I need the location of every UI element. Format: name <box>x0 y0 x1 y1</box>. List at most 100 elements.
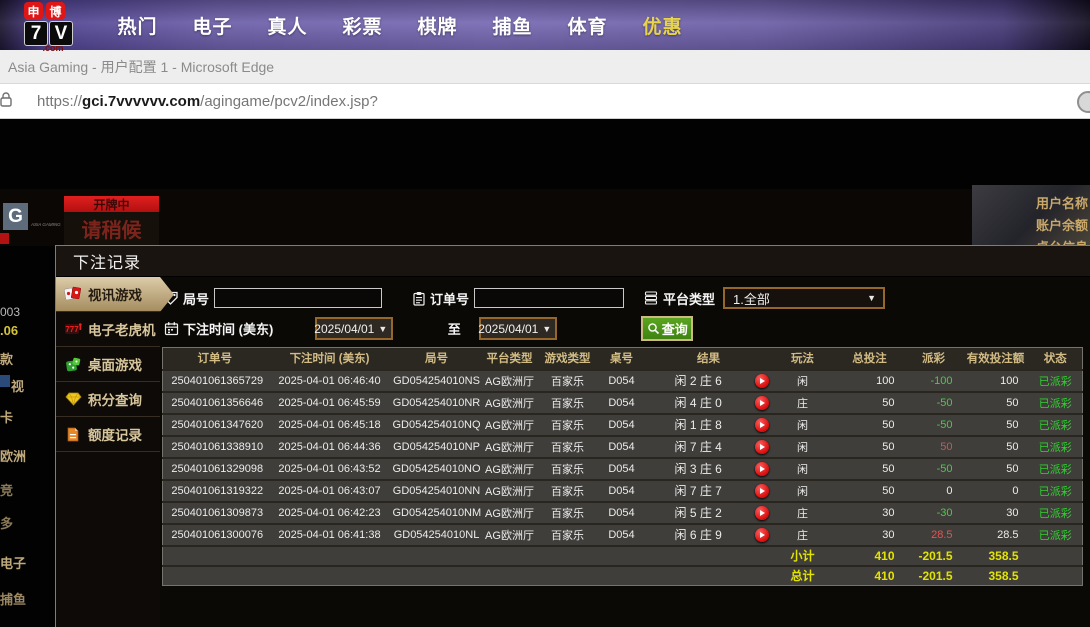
cell-result: 闲 7 庄 4 <box>647 436 771 458</box>
sidebar-item-points-query[interactable]: 积分查询 <box>56 382 160 417</box>
cell-total-bet: 50 <box>835 480 905 502</box>
cell-payout: -30 <box>905 502 963 524</box>
cell-play: 闲 <box>771 480 835 502</box>
filter-row-1: 局号 订单号 平台类型 1.全部 ▼ <box>164 287 885 309</box>
round-input[interactable] <box>214 288 382 308</box>
platform-filter-label: 平台类型 <box>663 289 715 308</box>
cell-play: 闲 <box>771 370 835 392</box>
bet-records-panel: 下注记录 视讯游戏 777 电子老虎机 <box>55 245 1090 627</box>
nav-item-cards[interactable]: 棋牌 <box>400 12 475 39</box>
cell-status: 已派彩 <box>1029 502 1083 524</box>
grand-total-valid-bet: 358.5 <box>963 566 1029 586</box>
to-label: 至 <box>429 319 479 338</box>
cell-platform: AG欧洲厅 <box>481 502 539 524</box>
sidebar-item-slots[interactable]: 777 电子老虎机 <box>56 312 160 347</box>
date-from-value: 2025/04/01 <box>314 322 374 336</box>
nav-item-promo[interactable]: 优惠 <box>625 12 700 39</box>
order-input[interactable] <box>474 288 624 308</box>
nav-item-fishing[interactable]: 捕鱼 <box>475 12 550 39</box>
cell-platform: AG欧洲厅 <box>481 480 539 502</box>
cell-result: 闲 1 庄 8 <box>647 414 771 436</box>
replay-video-icon[interactable] <box>755 506 769 520</box>
cell-order-id: 250401061319322 <box>163 480 267 502</box>
replay-video-icon[interactable] <box>755 374 769 388</box>
bet-records-table: 订单号 下注时间 (美东) 局号 平台类型 游戏类型 桌号 结果 玩法 总投注 … <box>162 347 1083 586</box>
cell-payout: 50 <box>905 436 963 458</box>
panel-title: 下注记录 <box>73 249 141 273</box>
cell-game-type: 百家乐 <box>539 502 597 524</box>
site-logo[interactable]: 申 博 7 V .com <box>24 2 82 50</box>
cell-play: 闲 <box>771 458 835 480</box>
cell-valid-bet: 0 <box>963 480 1029 502</box>
subtotal-label: 小计 <box>771 546 835 566</box>
grand-total-total-bet: 410 <box>835 566 905 586</box>
cell-play: 闲 <box>771 436 835 458</box>
nav-item-slots[interactable]: 电子 <box>175 12 250 39</box>
table-row: 250401061365729 2025-04-01 06:46:40 GD05… <box>163 370 1083 392</box>
cell-status: 已派彩 <box>1029 370 1083 392</box>
cell-game-type: 百家乐 <box>539 436 597 458</box>
dealing-banner: 开牌中 <box>64 196 159 212</box>
chevron-down-icon: ▼ <box>542 324 551 334</box>
ag-logo: G <box>3 203 28 230</box>
cell-play: 庄 <box>771 392 835 414</box>
panel-sidebar: 视讯游戏 777 电子老虎机 桌面游戏 <box>56 277 160 627</box>
lock-icon[interactable] <box>0 90 15 113</box>
nav-item-lottery[interactable]: 彩票 <box>325 12 400 39</box>
nav-item-live[interactable]: 真人 <box>250 12 325 39</box>
replay-video-icon[interactable] <box>755 396 769 410</box>
sidebar-item-label: 电子老虎机 <box>88 319 156 339</box>
col-header-payout: 派彩 <box>905 348 963 370</box>
cell-bet-time: 2025-04-01 06:43:52 <box>267 458 393 480</box>
sidebar-item-label: 积分查询 <box>88 389 142 409</box>
url-text[interactable]: https://gci.7vvvvvv.com/agingame/pcv2/in… <box>37 93 378 110</box>
date-from-select[interactable]: 2025/04/01 ▼ <box>315 317 393 340</box>
replay-video-icon[interactable] <box>755 484 769 498</box>
magnifier-icon <box>647 322 660 335</box>
date-to-select[interactable]: 2025/04/01 ▼ <box>479 317 557 340</box>
cell-bet-time: 2025-04-01 06:44:36 <box>267 436 393 458</box>
profile-icon[interactable] <box>1077 91 1090 113</box>
cell-round-id: GD054254010NO <box>393 458 481 480</box>
result-text: 闲 5 庄 2 <box>647 504 755 521</box>
cell-payout: -50 <box>905 458 963 480</box>
site-nav: 申 博 7 V .com 热门 电子 真人 彩票 棋牌 捕鱼 体育 优惠 <box>0 0 1090 50</box>
calendar-icon <box>164 321 179 336</box>
cell-bet-time: 2025-04-01 06:45:18 <box>267 414 393 436</box>
search-button[interactable]: 查询 <box>641 316 693 341</box>
cell-table-id: D054 <box>597 436 647 458</box>
cell-round-id: GD054254010NR <box>393 392 481 414</box>
cell-total-bet: 30 <box>835 502 905 524</box>
cell-bet-time: 2025-04-01 06:46:40 <box>267 370 393 392</box>
sidebar-item-table-games[interactable]: 桌面游戏 <box>56 347 160 382</box>
bet-time-filter-label: 下注时间 (美东) <box>183 319 273 338</box>
chevron-down-icon: ▼ <box>378 324 387 334</box>
nav-item-hot[interactable]: 热门 <box>100 12 175 39</box>
result-text: 闲 4 庄 0 <box>647 394 755 411</box>
sidebar-item-quota-records[interactable]: 额度记录 <box>56 417 160 452</box>
cell-valid-bet: 28.5 <box>963 524 1029 546</box>
bg-fragment: 竞 <box>0 480 13 499</box>
cell-table-id: D054 <box>597 502 647 524</box>
replay-video-icon[interactable] <box>755 440 769 454</box>
table-row: 250401061309873 2025-04-01 06:42:23 GD05… <box>163 502 1083 524</box>
sidebar-item-live-games[interactable]: 视讯游戏 <box>56 277 174 312</box>
cell-table-id: D054 <box>597 414 647 436</box>
cell-status: 已派彩 <box>1029 392 1083 414</box>
platform-list-icon <box>644 291 659 305</box>
platform-select[interactable]: 1.全部 ▼ <box>723 287 885 309</box>
url-bar[interactable]: https://gci.7vvvvvv.com/agingame/pcv2/in… <box>0 84 1090 119</box>
cell-status: 已派彩 <box>1029 436 1083 458</box>
nav-item-sports[interactable]: 体育 <box>550 12 625 39</box>
cell-round-id: GD054254010NM <box>393 502 481 524</box>
replay-video-icon[interactable] <box>755 528 769 542</box>
cell-status: 已派彩 <box>1029 524 1083 546</box>
table-row: 250401061319322 2025-04-01 06:43:07 GD05… <box>163 480 1083 502</box>
decor-red-sliver <box>0 233 9 244</box>
table-header-row: 订单号 下注时间 (美东) 局号 平台类型 游戏类型 桌号 结果 玩法 总投注 … <box>163 348 1083 370</box>
bg-fragment: 款 <box>0 349 13 368</box>
replay-video-icon[interactable] <box>755 418 769 432</box>
cell-total-bet: 30 <box>835 524 905 546</box>
replay-video-icon[interactable] <box>755 462 769 476</box>
cell-bet-time: 2025-04-01 06:42:23 <box>267 502 393 524</box>
